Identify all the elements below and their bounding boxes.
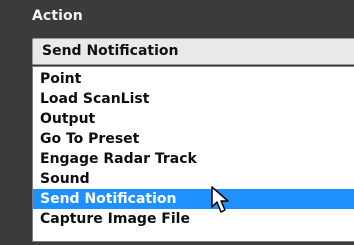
option-send-notification[interactable]: Send Notification [33,189,354,209]
action-select[interactable]: Send Notification [32,38,354,65]
option-point[interactable]: Point [33,69,354,89]
option-engage-radar-track[interactable]: Engage Radar Track [33,149,354,169]
option-load-scanlist[interactable]: Load ScanList [33,89,354,109]
action-dropdown-list[interactable]: Point Load ScanList Output Go To Preset … [32,66,354,242]
option-capture-image-file[interactable]: Capture Image File [33,209,354,229]
option-sound[interactable]: Sound [33,169,354,189]
action-panel: Action Send Notification Point Load Scan… [0,0,354,245]
option-output[interactable]: Output [33,109,354,129]
action-select-value: Send Notification [42,43,179,59]
action-section-label: Action [32,8,83,24]
option-go-to-preset[interactable]: Go To Preset [33,129,354,149]
